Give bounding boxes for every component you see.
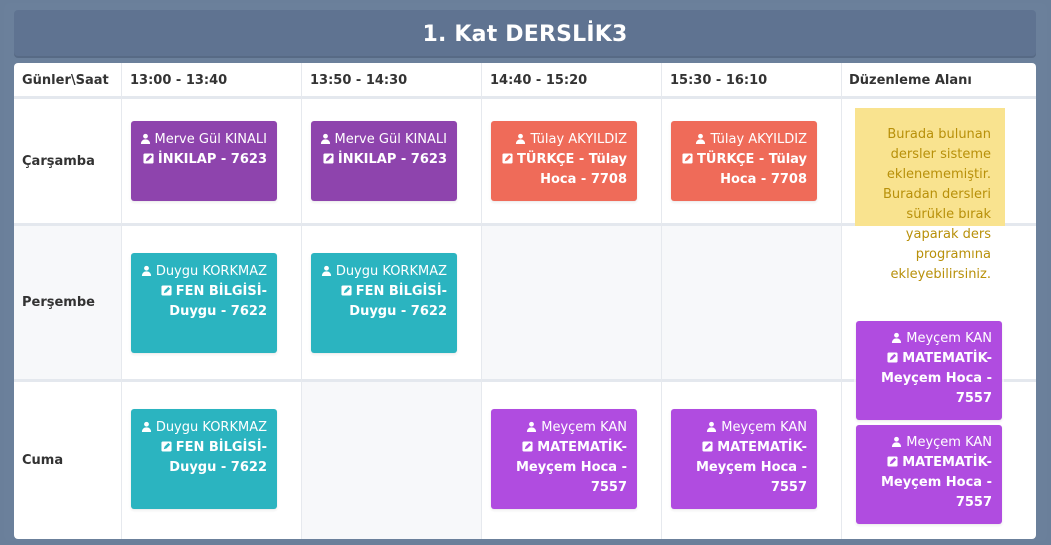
user-icon bbox=[320, 133, 330, 144]
lesson-card[interactable]: Duygu KORKMAZ FEN BİLGİSİ- Duygu - 7622 bbox=[131, 409, 277, 509]
edit-icon bbox=[702, 441, 713, 452]
day-label-thursday: Perşembe bbox=[22, 295, 95, 310]
user-icon bbox=[707, 421, 717, 432]
teacher-name: Meyçem KAN bbox=[721, 420, 807, 435]
edit-icon bbox=[323, 153, 334, 164]
col-divider bbox=[481, 63, 482, 539]
lesson-card[interactable]: Meyçem KAN MATEMATİK- Meyçem Hoca - 7557 bbox=[491, 409, 637, 509]
course-name: TÜRKÇE - Tülay Hoca - 7708 bbox=[697, 152, 807, 187]
lesson-card[interactable]: Duygu KORKMAZ FEN BİLGİSİ- Duygu - 7622 bbox=[131, 253, 277, 353]
user-icon bbox=[696, 133, 706, 144]
lesson-card[interactable]: Tülay AKYILDIZ TÜRKÇE - Tülay Hoca - 770… bbox=[671, 121, 817, 201]
header-slot-1: 13:00 - 13:40 bbox=[130, 72, 228, 88]
header-slot-3: 14:40 - 15:20 bbox=[490, 72, 588, 88]
teacher-name: Meyçem KAN bbox=[541, 420, 627, 435]
teacher-name: Meyçem KAN bbox=[906, 435, 992, 450]
edit-icon bbox=[161, 441, 172, 452]
course-name: TÜRKÇE - Tülay Hoca - 7708 bbox=[517, 152, 627, 187]
header-edit-area: Düzenleme Alanı bbox=[849, 72, 972, 88]
course-name: FEN BİLGİSİ- Duygu - 7622 bbox=[169, 284, 267, 319]
user-icon bbox=[321, 265, 331, 276]
edit-icon bbox=[682, 153, 693, 164]
course-name: FEN BİLGİSİ- Duygu - 7622 bbox=[169, 440, 267, 475]
header-slot-4: 15:30 - 16:10 bbox=[670, 72, 768, 88]
edit-icon bbox=[887, 456, 898, 467]
title-bar: 1. Kat DERSLİK3 bbox=[14, 10, 1036, 58]
col-divider bbox=[661, 63, 662, 539]
info-note-text: Burada bulunan dersler sisteme eklenemem… bbox=[883, 127, 991, 282]
lesson-card[interactable]: Tülay AKYILDIZ TÜRKÇE - Tülay Hoca - 770… bbox=[491, 121, 637, 201]
teacher-name: Tülay AKYILDIZ bbox=[530, 132, 627, 147]
teacher-name: Merve Gül KINALI bbox=[154, 132, 268, 147]
teacher-name: Duygu KORKMAZ bbox=[155, 264, 267, 279]
day-label-wednesday: Çarşamba bbox=[22, 153, 95, 169]
teacher-name: Tülay AKYILDIZ bbox=[710, 132, 807, 147]
teacher-name: Merve Gül KINALI bbox=[334, 132, 448, 147]
edit-icon bbox=[502, 153, 513, 164]
course-name: FEN BİLGİSİ- Duygu - 7622 bbox=[349, 284, 447, 319]
header-slot-2: 13:50 - 14:30 bbox=[310, 72, 408, 88]
teacher-name: Meyçem KAN bbox=[906, 331, 992, 346]
col-divider bbox=[121, 63, 122, 539]
lesson-card[interactable]: Merve Gül KINALI İNKILAP - 7623 bbox=[131, 121, 277, 201]
lesson-card[interactable]: Merve Gül KINALI İNKILAP - 7623 bbox=[311, 121, 457, 201]
edit-icon bbox=[522, 441, 533, 452]
user-icon bbox=[140, 133, 150, 144]
empty-cell-shade bbox=[302, 382, 482, 539]
edit-icon bbox=[341, 285, 352, 296]
user-icon bbox=[892, 436, 902, 447]
day-label-friday: Cuma bbox=[22, 453, 64, 468]
unplaced-lesson-card[interactable]: Meyçem KAN MATEMATİK- Meyçem Hoca - 7557 bbox=[856, 321, 1002, 420]
edit-icon bbox=[887, 352, 898, 363]
empty-cell-shade bbox=[482, 226, 842, 379]
page-title: 1. Kat DERSLİK3 bbox=[422, 21, 628, 47]
course-name: İNKILAP - 7623 bbox=[157, 152, 267, 167]
unplaced-lesson-card[interactable]: Meyçem KAN MATEMATİK- Meyçem Hoca - 7557 bbox=[856, 425, 1002, 524]
schedule-table: Günler\Saat 13:00 - 13:40 13:50 - 14:30 … bbox=[14, 63, 1036, 539]
col-divider bbox=[301, 63, 302, 539]
user-icon bbox=[892, 332, 902, 343]
teacher-name: Duygu KORKMAZ bbox=[155, 420, 267, 435]
user-icon bbox=[516, 133, 526, 144]
user-icon bbox=[527, 421, 537, 432]
lesson-card[interactable]: Meyçem KAN MATEMATİK- Meyçem Hoca - 7557 bbox=[671, 409, 817, 509]
header-days-hours: Günler\Saat bbox=[22, 72, 109, 88]
user-icon bbox=[141, 265, 151, 276]
teacher-name: Duygu KORKMAZ bbox=[335, 264, 447, 279]
lesson-card[interactable]: Duygu KORKMAZ FEN BİLGİSİ- Duygu - 7622 bbox=[311, 253, 457, 353]
course-name: İNKILAP - 7623 bbox=[337, 152, 447, 167]
edit-icon bbox=[143, 153, 154, 164]
edit-icon bbox=[161, 285, 172, 296]
col-divider bbox=[841, 63, 842, 539]
user-icon bbox=[141, 421, 151, 432]
